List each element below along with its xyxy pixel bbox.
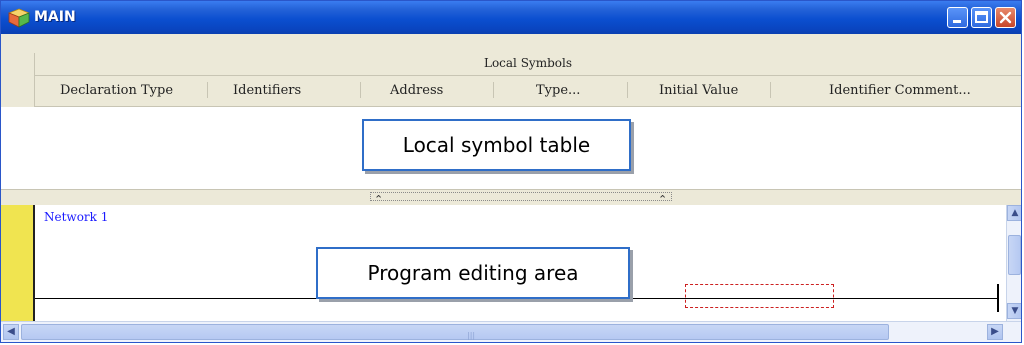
close-icon (999, 11, 1012, 24)
column-header-identifier-comment[interactable]: Identifier Comment... (829, 83, 971, 98)
splitter-grip[interactable]: ⌃ ⌃ (370, 192, 672, 206)
maximize-button[interactable] (971, 7, 992, 28)
network-label[interactable]: Network 1 (44, 210, 108, 224)
horizontal-scrollbar[interactable]: ◀ ||| ▶ (1, 321, 1021, 342)
column-header-declaration-type[interactable]: Declaration Type (60, 83, 173, 98)
column-divider[interactable] (770, 82, 771, 98)
scroll-up-icon[interactable]: ▲ (1007, 205, 1021, 221)
title-bar[interactable]: MAIN (1, 1, 1021, 34)
cube-icon (8, 8, 30, 28)
minimize-button[interactable] (947, 7, 968, 28)
column-header-address[interactable]: Address (390, 83, 443, 98)
column-divider[interactable] (360, 82, 361, 98)
symbol-table-row-header (1, 53, 35, 107)
pane-splitter[interactable]: ⌃ ⌃ (1, 189, 1021, 206)
column-header-type[interactable]: Type... (536, 83, 580, 98)
scroll-right-icon[interactable]: ▶ (987, 324, 1003, 340)
scroll-left-icon[interactable]: ◀ (3, 324, 19, 340)
scroll-down-icon[interactable]: ▼ (1007, 303, 1021, 319)
vertical-scrollbar[interactable]: ▲ ▼ (1006, 205, 1021, 321)
column-header-identifiers[interactable]: Identifiers (233, 83, 301, 98)
callout-symbol-table: Local symbol table (362, 119, 631, 171)
maximize-icon (975, 11, 988, 23)
minimize-icon (953, 20, 961, 23)
column-divider[interactable] (493, 82, 494, 98)
local-symbols-label: Local Symbols (483, 56, 572, 70)
scroll-grip-icon: ||| (467, 331, 476, 340)
close-button[interactable] (995, 7, 1016, 28)
vertical-scroll-thumb[interactable] (1008, 235, 1021, 275)
program-window: MAIN Local Symbols Declaration Type Iden… (0, 0, 1022, 343)
network-gutter (1, 205, 35, 321)
symbol-column-headers: Declaration Type Identifiers Address Typ… (35, 76, 1021, 107)
callout-editing-area: Program editing area (316, 247, 630, 299)
column-divider[interactable] (627, 82, 628, 98)
cursor-box[interactable] (685, 284, 834, 308)
column-header-initial-value[interactable]: Initial Value (659, 83, 738, 98)
right-power-rail (997, 284, 999, 312)
symbol-group-header: Local Symbols (35, 53, 1021, 76)
column-divider[interactable] (207, 82, 208, 98)
horizontal-scroll-thumb[interactable]: ||| (21, 324, 889, 340)
window-title: MAIN (34, 9, 76, 25)
